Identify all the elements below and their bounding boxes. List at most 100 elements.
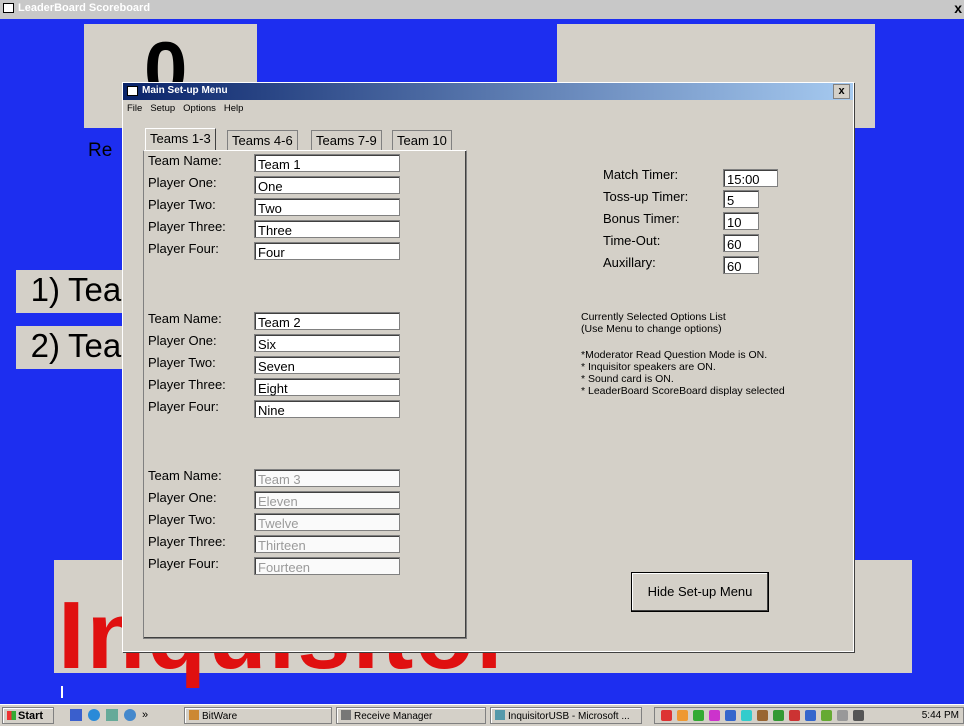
option-item: * Inquisitor speakers are ON. [581,361,716,373]
player-three-label: Player Three: [148,377,226,392]
tray-icon[interactable] [757,710,768,721]
tray-icon[interactable] [725,710,736,721]
media-icon[interactable] [124,709,136,721]
task-bitware[interactable]: BitWare [184,707,332,724]
team-2-player-four-field[interactable]: Nine [254,400,400,418]
team-2-name-field[interactable]: Team 2 [254,312,400,330]
team-2-player-three-field[interactable]: Eight [254,378,400,396]
task-label: Receive Manager [354,711,433,722]
match-timer-label: Match Timer: [603,167,679,182]
tab-panel: Team Name: Player One: Player Two: Playe… [143,150,467,639]
tray-icon[interactable] [773,710,784,721]
bonus-timer-field[interactable]: 10 [723,212,759,230]
timeout-field[interactable]: 60 [723,234,759,252]
team-2-player-one-field[interactable]: Six [254,334,400,352]
dialog-title-text: Main Set-up Menu [142,85,228,96]
task-label: BitWare [202,711,238,722]
rank-team-name: Tea [64,270,128,313]
auxillary-label: Auxillary: [603,255,656,270]
team-1-player-two-field[interactable]: Two [254,198,400,216]
chevron-icon[interactable]: » [142,709,148,721]
menu-options[interactable]: Options [183,103,216,114]
player-three-label: Player Three: [148,534,226,549]
menu-help[interactable]: Help [224,103,244,114]
rank-team-name: Tea [64,326,128,369]
menu-setup[interactable]: Setup [150,103,175,114]
tab-teams-7-9[interactable]: Teams 7-9 [311,130,382,151]
tab-teams-1-3[interactable]: Teams 1-3 [145,128,216,151]
player-two-label: Player Two: [148,355,216,370]
outer-title-bar: LeaderBoard Scoreboard x [0,0,964,19]
player-four-label: Player Four: [148,241,219,256]
tray-icon[interactable] [693,710,704,721]
taskbar: Start » BitWare Receive Manager Inquisit… [0,704,964,726]
outer-title-text: LeaderBoard Scoreboard [18,2,151,14]
tab-teams-4-6[interactable]: Teams 4-6 [227,130,298,151]
setup-dialog: Main Set-up Menu x File Setup Options He… [122,82,854,652]
dialog-close-button[interactable]: x [833,84,850,99]
tray-icon[interactable] [741,710,752,721]
outer-title: LeaderBoard Scoreboard [3,2,150,14]
bonus-timer-label: Bonus Timer: [603,211,680,226]
team-3-player-four-field[interactable]: Fourteen [254,557,400,575]
mail-icon[interactable] [106,709,118,721]
windows-logo-icon [7,711,16,720]
team-3-player-one-field[interactable]: Eleven [254,491,400,509]
tray-icon[interactable] [789,710,800,721]
tray-icon[interactable] [853,710,864,721]
team-1-name-field[interactable]: Team 1 [254,154,400,172]
bitware-icon [189,710,199,720]
outer-close-button[interactable]: x [954,0,962,16]
menu-bar: File Setup Options Help [127,103,243,114]
player-two-label: Player Two: [148,197,216,212]
text-cursor [61,686,63,698]
options-subheading: (Use Menu to change options) [581,323,722,335]
task-label: InquisitorUSB - Microsoft ... [508,711,630,722]
team-name-label: Team Name: [148,153,222,168]
player-one-label: Player One: [148,175,217,190]
task-inquisitorusb[interactable]: InquisitorUSB - Microsoft ... [490,707,642,724]
options-list: Currently Selected Options List (Use Men… [581,311,785,397]
tray-icon[interactable] [709,710,720,721]
auxillary-field[interactable]: 60 [723,256,759,274]
clock[interactable]: 5:44 PM [922,708,959,723]
team-2-player-two-field[interactable]: Seven [254,356,400,374]
browser-icon[interactable] [88,709,100,721]
tray-icon[interactable] [805,710,816,721]
team-3-player-two-field[interactable]: Twelve [254,513,400,531]
round-label: Re [88,140,113,161]
task-receive-manager[interactable]: Receive Manager [336,707,486,724]
team-3-player-three-field[interactable]: Thirteen [254,535,400,553]
team-1-player-one-field[interactable]: One [254,176,400,194]
receive-manager-icon [341,710,351,720]
rank-number: 2) [16,326,64,369]
team-1-player-three-field[interactable]: Three [254,220,400,238]
tray-icon[interactable] [837,710,848,721]
menu-file[interactable]: File [127,103,142,114]
rank-number: 1) [16,270,64,313]
tray-icon[interactable] [677,710,688,721]
player-one-label: Player One: [148,490,217,505]
hide-setup-menu-button[interactable]: Hide Set-up Menu [631,572,769,612]
team-3-name-field[interactable]: Team 3 [254,469,400,487]
window-icon [127,85,138,96]
player-one-label: Player One: [148,333,217,348]
system-tray: 5:44 PM [654,707,964,724]
tab-team-10[interactable]: Team 10 [392,130,452,151]
quick-launch: » [70,709,148,721]
tray-icon[interactable] [821,710,832,721]
match-timer-field[interactable]: 15:00 [723,169,778,187]
app-icon [3,3,14,13]
team-1-player-four-field[interactable]: Four [254,242,400,260]
desktop-icon[interactable] [70,709,82,721]
tossup-timer-label: Toss-up Timer: [603,189,689,204]
dialog-title-bar[interactable]: Main Set-up Menu x [123,83,853,100]
start-button[interactable]: Start [2,707,54,724]
tray-icon[interactable] [661,710,672,721]
timeout-label: Time-Out: [603,233,661,248]
player-two-label: Player Two: [148,512,216,527]
tossup-timer-field[interactable]: 5 [723,190,759,208]
inquisitor-icon [495,710,505,720]
dialog-title: Main Set-up Menu [127,85,228,96]
option-item: * LeaderBoard ScoreBoard display selecte… [581,385,785,397]
